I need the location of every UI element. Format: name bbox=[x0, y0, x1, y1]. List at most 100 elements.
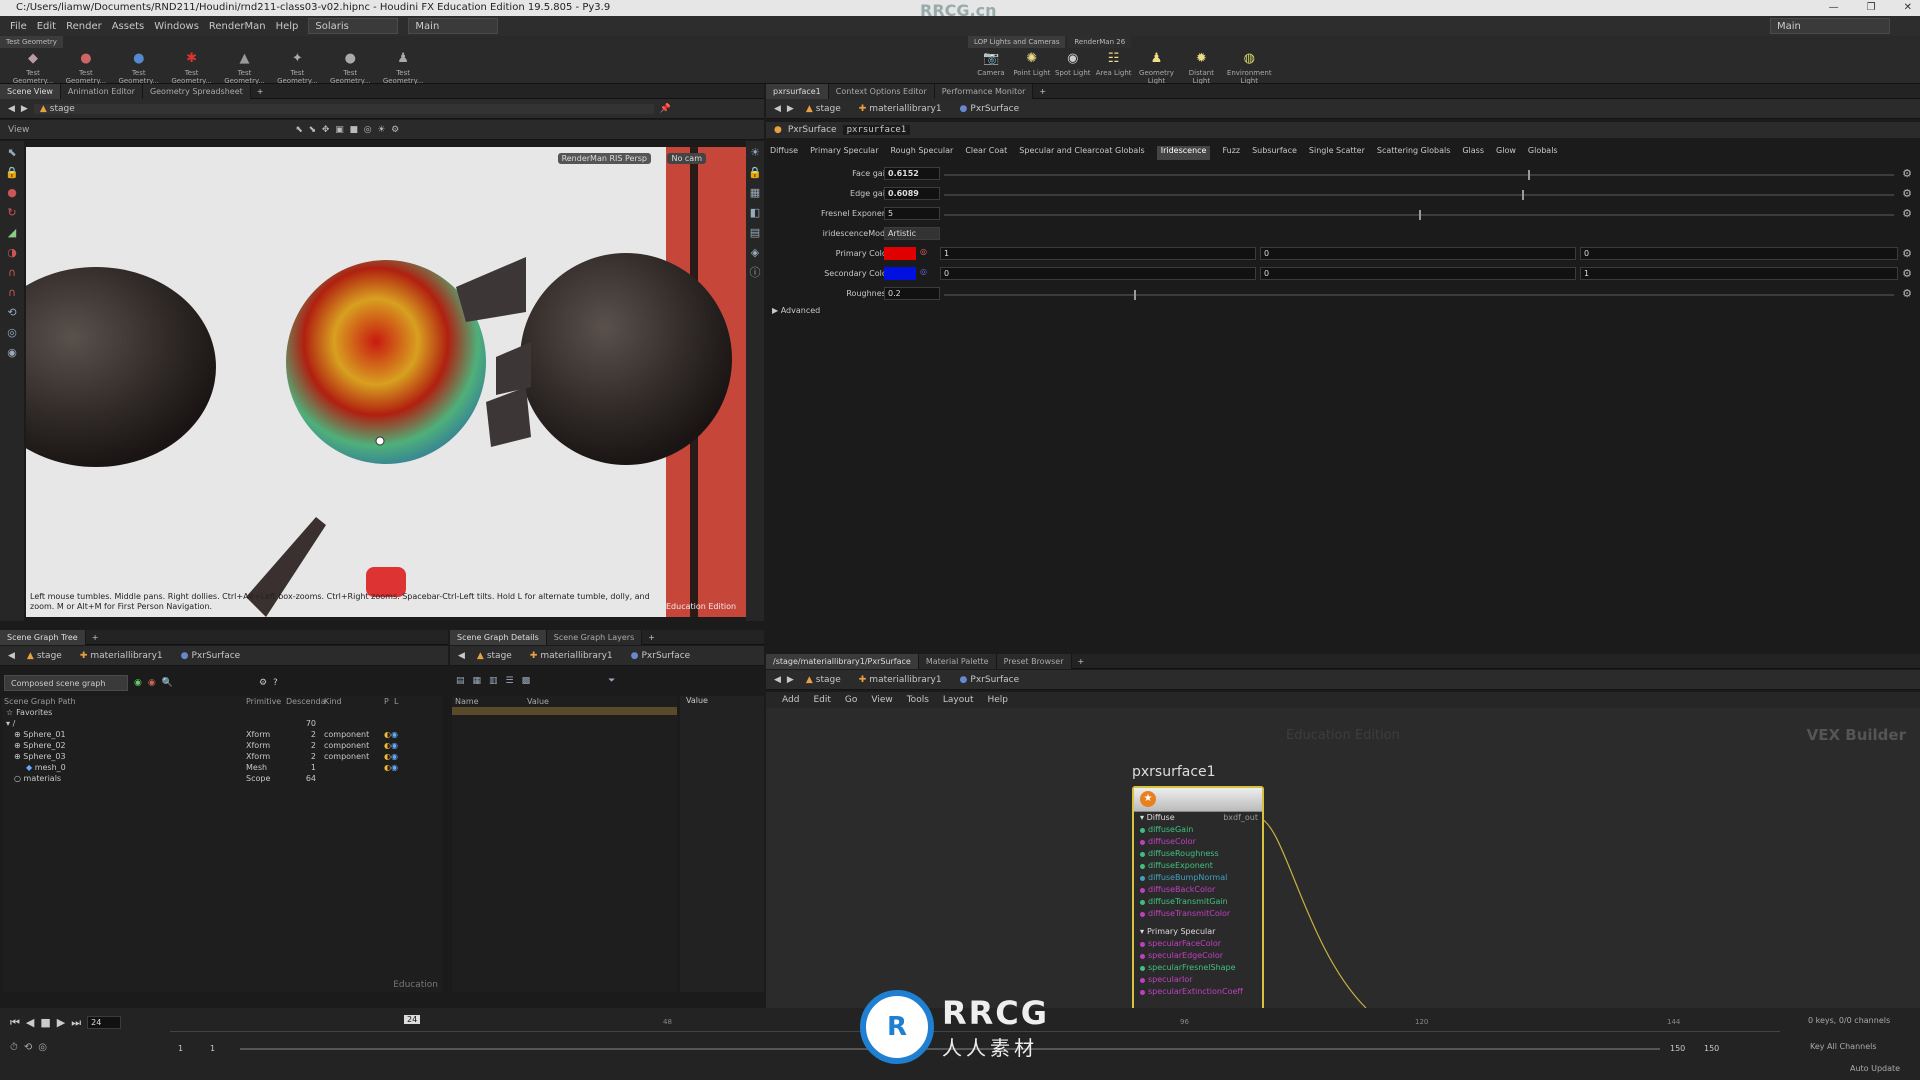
close-icon[interactable]: ✕ bbox=[1904, 0, 1912, 16]
network-canvas[interactable]: Education Edition VEX Builder pxrsurface… bbox=[766, 708, 1920, 1008]
forward-icon[interactable]: ▶ bbox=[21, 104, 28, 114]
subtab-spec-clearcoat-globals[interactable]: Specular and Clearcoat Globals bbox=[1019, 146, 1144, 160]
subtab-rough-specular[interactable]: Rough Specular bbox=[890, 146, 953, 160]
node-input-port[interactable]: specularIor bbox=[1134, 974, 1262, 986]
pose-icon[interactable]: ◑ bbox=[4, 245, 20, 261]
primary-r-field[interactable]: 1 bbox=[940, 247, 1256, 260]
table-row[interactable]: ⊕ Sphere_01 Xform 2 component ◐ ◉ bbox=[2, 729, 442, 740]
tree-favorites[interactable]: ☆ Favorites bbox=[2, 707, 442, 718]
menu-view[interactable]: View bbox=[871, 695, 892, 705]
crumb-pxrsurface[interactable]: ● PxrSurface bbox=[175, 651, 247, 661]
snap-magnet-icon[interactable]: ∩ bbox=[4, 285, 20, 301]
shelf-tab-renderman[interactable]: RenderMan 26 bbox=[1068, 36, 1132, 48]
wireframe-icon[interactable]: ▦ bbox=[747, 185, 763, 201]
node-input-port[interactable]: specularFresnelShape bbox=[1134, 962, 1262, 974]
visibility-icon[interactable]: ◐ bbox=[384, 740, 391, 750]
render-toggle-icon[interactable]: ■ bbox=[349, 125, 358, 135]
eye-icon[interactable]: ◉ bbox=[391, 751, 398, 761]
menu-edit[interactable]: Edit bbox=[813, 695, 830, 705]
stop-icon[interactable]: ■ bbox=[40, 1016, 50, 1030]
select-icon[interactable]: ⬉ bbox=[4, 145, 20, 161]
subtab-single-scatter[interactable]: Single Scatter bbox=[1309, 146, 1365, 160]
tab-preset-browser[interactable]: Preset Browser bbox=[996, 653, 1072, 669]
menu-file[interactable]: File bbox=[10, 21, 27, 32]
tab-geometry-spreadsheet[interactable]: Geometry Spreadsheet bbox=[142, 83, 251, 99]
subtab-subsurface[interactable]: Subsurface bbox=[1252, 146, 1297, 160]
node-input-port[interactable]: diffuseColor bbox=[1134, 836, 1262, 848]
table-row[interactable]: ○ materials Scope 64 bbox=[2, 773, 442, 784]
subtab-glow[interactable]: Glow bbox=[1496, 146, 1516, 160]
shelf-tool-8[interactable]: ♟ Test Geometry... bbox=[378, 48, 428, 85]
subtab-iridescence[interactable]: Iridescence bbox=[1156, 146, 1211, 160]
subtab-scattering-globals[interactable]: Scattering Globals bbox=[1377, 146, 1450, 160]
select-tool-icon[interactable]: ⬉ bbox=[295, 125, 303, 135]
end-frame-field-2[interactable]: 150 bbox=[1704, 1044, 1719, 1053]
tumble-icon[interactable]: ◎ bbox=[4, 325, 20, 341]
columns-icon[interactable]: ▥ bbox=[489, 676, 498, 690]
subtab-fuzz[interactable]: Fuzz bbox=[1222, 146, 1240, 160]
jump-end-icon[interactable]: ⏭ bbox=[71, 1016, 81, 1030]
tab-scene-graph-layers[interactable]: Scene Graph Layers bbox=[546, 629, 643, 645]
gear-icon[interactable]: ⚙ bbox=[1902, 187, 1912, 200]
shelf-tool-2[interactable]: ● Test Geometry... bbox=[61, 48, 111, 85]
funnel-icon[interactable]: ⏷ bbox=[608, 676, 615, 690]
back-icon[interactable]: ◀ bbox=[8, 651, 15, 661]
selected-row[interactable] bbox=[452, 707, 677, 715]
back-icon[interactable]: ◀ bbox=[774, 104, 781, 114]
edge-gain-field[interactable]: 0.6089 bbox=[884, 187, 940, 200]
add-tab-icon[interactable]: + bbox=[1072, 657, 1085, 666]
crumb-stage[interactable]: ▲ stage bbox=[800, 675, 847, 685]
rotate-icon[interactable]: ↻ bbox=[4, 205, 20, 221]
face-gain-field[interactable]: 0.6152 bbox=[884, 167, 940, 180]
subtab-clear-coat[interactable]: Clear Coat bbox=[965, 146, 1007, 160]
tab-material-palette[interactable]: Material Palette bbox=[918, 653, 997, 669]
shelf-area-light[interactable]: ☷ Area Light bbox=[1095, 48, 1133, 77]
display-options-icon[interactable]: ▣ bbox=[335, 125, 344, 135]
shelf-tab-lop-lights[interactable]: LOP Lights and Cameras bbox=[968, 36, 1066, 48]
fresnel-slider[interactable] bbox=[944, 210, 1894, 220]
advanced-folder[interactable]: ▶ Advanced bbox=[766, 306, 1920, 322]
subtab-diffuse[interactable]: Diffuse bbox=[770, 146, 798, 160]
subtab-globals[interactable]: Globals bbox=[1528, 146, 1558, 160]
crumb-pxrsurface[interactable]: ● PxrSurface bbox=[625, 651, 697, 661]
search-icon[interactable]: 🔍 bbox=[162, 678, 173, 688]
color-wheel-icon[interactable]: ◎ bbox=[920, 267, 927, 276]
gear-icon[interactable]: ⚙ bbox=[1902, 287, 1912, 300]
face-gain-slider[interactable] bbox=[944, 170, 1894, 180]
add-tab-icon[interactable]: + bbox=[642, 633, 655, 642]
renderer-menu[interactable]: RenderMan RIS Persp bbox=[557, 153, 651, 164]
node-input-port[interactable]: diffuseTransmitGain bbox=[1134, 896, 1262, 908]
auto-update-select[interactable]: Auto Update bbox=[1850, 1064, 1900, 1073]
shelf-tool-5[interactable]: ▲ Test Geometry... bbox=[220, 48, 270, 85]
menu-renderman[interactable]: RenderMan bbox=[209, 21, 266, 32]
eye-icon[interactable]: ◉ bbox=[391, 729, 398, 739]
table-row[interactable]: ⊕ Sphere_03 Xform 2 component ◐ ◉ bbox=[2, 751, 442, 762]
jump-start-icon[interactable]: ⏮ bbox=[10, 1016, 20, 1030]
node-input-port[interactable]: diffuseRoughness bbox=[1134, 848, 1262, 860]
rows-icon[interactable]: ☰ bbox=[506, 676, 514, 690]
secondary-r-field[interactable]: 0 bbox=[940, 267, 1256, 280]
collection-icon[interactable]: ◉ bbox=[148, 678, 156, 688]
scene-graph-filter[interactable]: Composed scene graph bbox=[4, 675, 128, 691]
end-frame-field[interactable]: 150 bbox=[1670, 1044, 1685, 1053]
settings-icon[interactable]: ⚙ bbox=[391, 125, 399, 135]
menu-help[interactable]: Help bbox=[988, 695, 1009, 705]
shelf-tool-4[interactable]: ✱ Test Geometry... bbox=[167, 48, 217, 85]
subtab-glass[interactable]: Glass bbox=[1462, 146, 1484, 160]
secondary-color-swatch[interactable] bbox=[884, 267, 916, 280]
tab-scene-view[interactable]: Scene View bbox=[0, 83, 61, 99]
eye-icon[interactable]: ◉ bbox=[391, 740, 398, 750]
add-tab-icon[interactable]: + bbox=[1033, 87, 1046, 96]
menu-tools[interactable]: Tools bbox=[907, 695, 929, 705]
loop-icon[interactable]: ⟲ bbox=[24, 1042, 32, 1053]
node-input-port[interactable]: specularExtinctionCoeff bbox=[1134, 986, 1262, 998]
shelf-distant-light[interactable]: ✹ Distant Light bbox=[1180, 48, 1222, 85]
add-tab-icon[interactable]: + bbox=[251, 87, 264, 96]
node-input-port[interactable]: diffuseGain bbox=[1134, 824, 1262, 836]
shelf-tool-7[interactable]: ● Test Geometry... bbox=[325, 48, 375, 85]
shading-icon[interactable]: ◧ bbox=[747, 205, 763, 221]
desktop-main-select[interactable]: Main bbox=[408, 18, 499, 34]
desktop-select[interactable]: Solaris bbox=[308, 18, 399, 34]
light-toggle-icon[interactable]: ☀ bbox=[747, 145, 763, 161]
visibility-icon[interactable]: ◐ bbox=[384, 762, 391, 772]
